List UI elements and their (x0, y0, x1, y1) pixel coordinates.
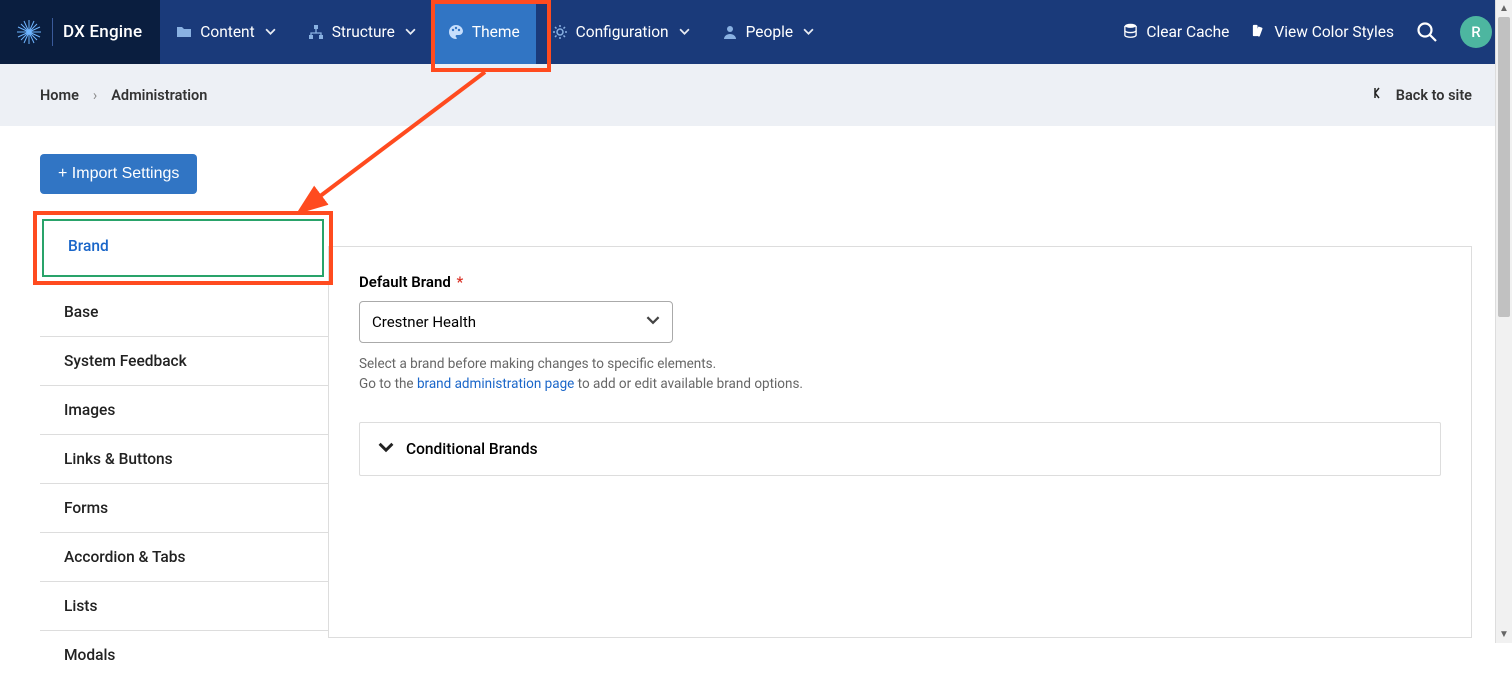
default-brand-help: Select a brand before making changes to … (359, 355, 1441, 394)
button-label: View Color Styles (1274, 23, 1394, 41)
select-value: Crestner Health (372, 313, 476, 331)
main-region: + Import Settings Brand Base System Feed… (0, 126, 1512, 643)
default-brand-label: Default Brand * (359, 273, 1441, 291)
clear-cache-button[interactable]: Clear Cache (1123, 23, 1229, 42)
chevron-down-icon (405, 23, 416, 41)
button-label: Clear Cache (1146, 23, 1229, 41)
label-text: Default Brand (359, 273, 451, 291)
breadcrumb-home[interactable]: Home (40, 87, 79, 104)
breadcrumb-separator-icon: › (93, 87, 97, 104)
chevron-down-icon (803, 23, 814, 41)
palette-icon (448, 24, 464, 40)
page-scrollbar[interactable]: ▲ ▼ (1495, 0, 1512, 643)
scroll-up-icon[interactable]: ▲ (1496, 0, 1512, 17)
button-label: + Import Settings (58, 165, 179, 183)
primary-nav: Content Structure Theme Configuration Pe… (160, 0, 830, 64)
user-avatar[interactable]: R (1460, 16, 1492, 48)
nav-label: Theme (472, 23, 520, 41)
settings-tablist: Brand Base System Feedback Images Links … (40, 238, 328, 679)
breadcrumb-bar: Home › Administration Back to site (0, 64, 1512, 126)
logo-divider (52, 18, 53, 46)
structure-icon (308, 24, 324, 40)
nav-configuration[interactable]: Configuration (536, 0, 706, 64)
search-icon (1416, 21, 1438, 43)
import-settings-button[interactable]: + Import Settings (40, 154, 197, 194)
back-icon (1374, 86, 1388, 104)
top-navbar: DX Engine Content Structure Theme Config… (0, 0, 1512, 64)
brand-logo-area[interactable]: DX Engine (0, 0, 160, 64)
scroll-thumb[interactable] (1498, 17, 1510, 317)
folder-icon (176, 24, 192, 40)
help-suffix: to add or edit available brand options. (574, 376, 803, 392)
back-to-site-link[interactable]: Back to site (1374, 86, 1472, 104)
swatch-icon (1251, 23, 1266, 42)
help-prefix: Go to the (359, 376, 417, 392)
chevron-down-icon (265, 23, 276, 41)
avatar-initial: R (1471, 23, 1480, 41)
view-color-styles-button[interactable]: View Color Styles (1251, 23, 1394, 42)
nav-label: Structure (332, 23, 395, 41)
nav-people[interactable]: People (706, 0, 830, 64)
content-panel: Default Brand * Crestner Health Select a… (328, 246, 1472, 638)
tab-modals[interactable]: Modals (40, 631, 328, 679)
help-line1: Select a brand before making changes to … (359, 356, 716, 372)
nav-label: People (746, 23, 793, 41)
back-label: Back to site (1396, 87, 1472, 104)
left-column: + Import Settings Brand Base System Feed… (40, 154, 328, 679)
nav-structure[interactable]: Structure (292, 0, 432, 64)
tab-links-buttons[interactable]: Links & Buttons (40, 435, 328, 484)
chevron-down-icon (646, 313, 660, 331)
default-brand-select[interactable]: Crestner Health (359, 301, 673, 343)
nav-theme[interactable]: Theme (432, 0, 536, 64)
chevron-down-icon (378, 439, 394, 459)
topbar-right: Clear Cache View Color Styles R (1103, 0, 1512, 64)
panel-heading: Conditional Brands (406, 440, 538, 458)
required-marker-icon: * (453, 273, 463, 291)
conditional-brands-panel[interactable]: Conditional Brands (359, 422, 1441, 476)
scroll-down-icon[interactable]: ▼ (1496, 626, 1512, 643)
tab-forms[interactable]: Forms (40, 484, 328, 533)
gear-icon (552, 24, 568, 40)
brand-logo-icon (16, 19, 42, 45)
brand-admin-link[interactable]: brand administration page (417, 376, 574, 392)
nav-label: Configuration (576, 23, 669, 41)
brand-name: DX Engine (63, 22, 142, 42)
tab-images[interactable]: Images (40, 386, 328, 435)
person-icon (722, 24, 738, 40)
tab-base[interactable]: Base (40, 288, 328, 337)
nav-label: Content (200, 23, 254, 41)
search-button[interactable] (1416, 21, 1438, 43)
nav-content[interactable]: Content (160, 0, 291, 64)
tab-system-feedback[interactable]: System Feedback (40, 337, 328, 386)
chevron-down-icon (679, 23, 690, 41)
tab-accordion-tabs[interactable]: Accordion & Tabs (40, 533, 328, 582)
tab-lists[interactable]: Lists (40, 582, 328, 631)
breadcrumb-current: Administration (111, 87, 207, 104)
database-icon (1123, 23, 1138, 42)
